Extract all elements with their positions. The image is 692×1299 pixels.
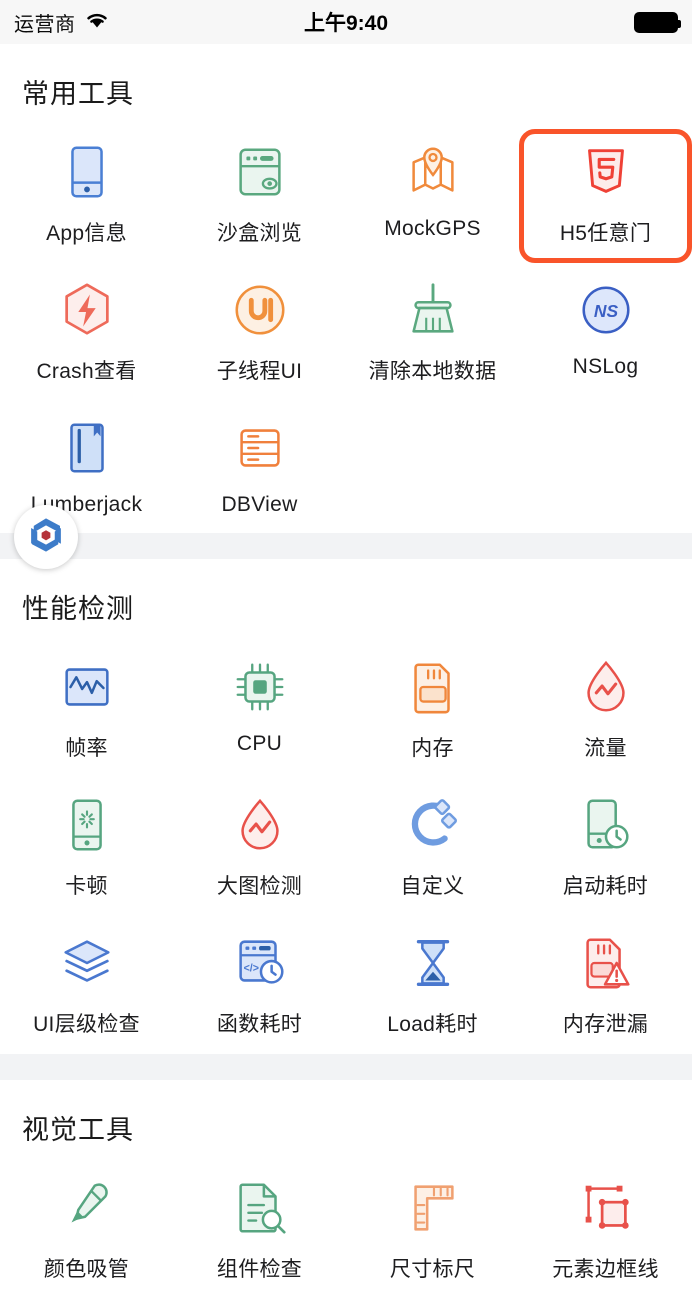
tool-item[interactable]: App信息 [0,129,173,263]
bigimage-drop-icon [229,794,291,856]
tools-content: 常用工具 App信息 沙盒浏览 MockGPS H5任意门 Crash查看 子线程UI 清除本… [0,44,692,1299]
tool-item-label: 自定义 [400,875,465,898]
battery-full-icon [634,11,681,33]
tool-item[interactable]: CPU [173,644,346,778]
cpu-chip-icon [229,656,291,718]
tool-item[interactable]: 自定义 [346,782,519,916]
section-title: 性能检测 [22,594,134,624]
tool-item-label: DBView [221,493,298,516]
section-divider [0,1054,692,1080]
hexagon-logo-icon [25,514,67,561]
tool-item[interactable]: 清除本地数据 [346,267,519,401]
tool-item-label: App信息 [46,222,127,245]
tool-item-label: 颜色吸管 [43,1258,130,1281]
tool-item[interactable]: 帧率 [0,644,173,778]
tool-item-label: 子线程UI [216,360,303,383]
tool-item[interactable]: 元素边框线 [519,1165,692,1299]
tool-item-label: 内存泄漏 [562,1013,649,1036]
tool-item-label: 帧率 [65,737,108,760]
floating-logo-button[interactable] [14,505,78,569]
svg-text:NS: NS [593,301,618,321]
status-bar-right [634,11,681,33]
tool-item-label: 元素边框线 [552,1258,659,1281]
tool-item-label: 组件检查 [216,1258,303,1281]
section-title: 视觉工具 [22,1115,134,1145]
html5-shield-icon [575,141,637,203]
tool-item[interactable]: 内存 [346,644,519,778]
layers-icon [56,932,118,994]
tool-grid: 颜色吸管 组件检查 尺寸标尺 元素边框线 [0,1165,692,1299]
tool-item-label: 清除本地数据 [368,360,497,383]
tool-item-label: NSLog [572,355,639,378]
tool-item[interactable]: NS NSLog [519,267,692,401]
tool-item[interactable]: 尺寸标尺 [346,1165,519,1299]
tool-item-label: MockGPS [384,217,481,240]
tool-item-label: H5任意门 [559,222,652,245]
tool-item-label: Load耗时 [387,1013,478,1036]
tool-item[interactable]: H5任意门 [519,129,692,263]
tool-item-label: 沙盒浏览 [216,222,303,245]
element-border-icon [575,1177,637,1239]
tool-item[interactable]: 子线程UI [173,267,346,401]
book-icon [56,417,118,479]
lag-phone-icon [56,794,118,856]
database-icon [229,417,291,479]
function-time-icon: </> [229,932,291,994]
section-title: 常用工具 [22,79,134,109]
memory-card-icon [402,656,464,718]
magnet-custom-icon [402,794,464,856]
sandbox-browse-icon [229,141,291,203]
tool-item[interactable]: 颜色吸管 [0,1165,173,1299]
tool-item[interactable]: 卡顿 [0,782,173,916]
svg-text:</>: </> [243,963,258,975]
tool-item[interactable]: Crash查看 [0,267,173,401]
hourglass-icon [402,932,464,994]
tool-item-label: 大图检测 [216,875,303,898]
tool-item-label: Crash查看 [36,360,137,383]
tool-item-label: 启动耗时 [562,875,649,898]
tool-item[interactable]: 沙盒浏览 [173,129,346,263]
tool-item[interactable]: 启动耗时 [519,782,692,916]
map-pin-icon [402,141,464,203]
tool-item-label: 尺寸标尺 [389,1258,476,1281]
tool-item-label: CPU [236,732,283,755]
tool-item[interactable]: 流量 [519,644,692,778]
tool-grid: 帧率 CPU 内存 流量卡顿 大图检测 自定义 启动耗时 UI层级检查 </> 函数耗时 Load耗… [0,644,692,1054]
launch-time-icon [575,794,637,856]
status-bar: 运营商 上午9:40 [0,0,692,44]
status-bar-clock: 上午9:40 [303,12,389,35]
ui-circle-icon [229,279,291,341]
doc-inspect-icon [229,1177,291,1239]
tool-item-label: 流量 [584,737,627,760]
section-divider [0,533,692,559]
tool-item[interactable]: DBView [173,405,346,533]
color-picker-icon [56,1177,118,1239]
phone-info-icon [56,141,118,203]
tool-item[interactable]: UI层级检查 [0,920,173,1054]
tool-item[interactable]: MockGPS [346,129,519,263]
tool-item[interactable]: </> 函数耗时 [173,920,346,1054]
broom-icon [402,279,464,341]
tool-item-label: UI层级检查 [33,1013,140,1036]
ruler-icon [402,1177,464,1239]
traffic-drop-icon [575,656,637,718]
tool-item-label: 卡顿 [65,875,108,898]
memory-leak-icon [575,932,637,994]
tool-item[interactable]: Load耗时 [346,920,519,1054]
nslog-circle-icon: NS [575,279,637,341]
tool-grid: App信息 沙盒浏览 MockGPS H5任意门 Crash查看 子线程UI 清除本地数据 N… [0,129,692,533]
tool-item-label: 内存 [411,737,454,760]
crash-bolt-icon [56,279,118,341]
tool-item[interactable]: 内存泄漏 [519,920,692,1054]
tool-item[interactable]: 组件检查 [173,1165,346,1299]
chart-fps-icon [56,656,118,718]
tool-item[interactable]: 大图检测 [173,782,346,916]
tool-item-label: 函数耗时 [216,1013,303,1036]
